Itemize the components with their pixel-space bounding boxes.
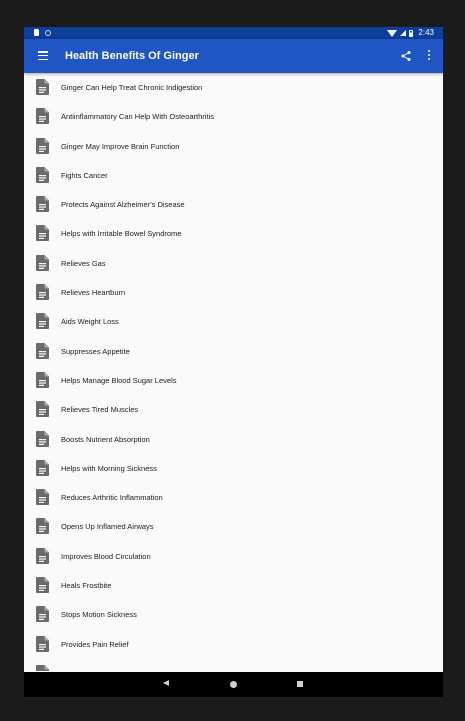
list-item[interactable]: Suppresses Appetite <box>24 337 443 366</box>
list-item[interactable]: Aids Weight Loss <box>24 307 443 336</box>
list-item[interactable]: Helps with Irritable Bowel Syndrome <box>24 219 443 248</box>
list-item[interactable]: Relieves Heartburn <box>24 278 443 307</box>
list-item-label: Relieves Gas <box>61 258 106 268</box>
navigation-bar <box>24 672 443 697</box>
list-item-label: Helps with Morning Sickness <box>61 463 157 473</box>
app-bar: Health Benefits Of Ginger <box>24 39 443 73</box>
document-icon <box>36 225 49 242</box>
document-icon <box>36 371 49 388</box>
document-icon <box>36 166 49 183</box>
status-left <box>34 29 51 36</box>
document-icon <box>36 401 49 418</box>
document-icon <box>36 137 49 154</box>
document-icon <box>36 606 49 623</box>
list-item[interactable]: Helps Manage Blood Sugar Levels <box>24 366 443 395</box>
document-icon <box>36 518 49 535</box>
share-icon[interactable] <box>400 50 412 62</box>
document-icon <box>36 313 49 330</box>
list-item-label: Improves Blood Circulation <box>61 551 151 561</box>
list-item-label: Provides Pain Relief <box>61 639 129 649</box>
list-item[interactable]: Fights Cancer <box>24 161 443 190</box>
list-item[interactable]: Antiinflammatory Can Help With Osteoarth… <box>24 102 443 131</box>
document-icon <box>36 577 49 594</box>
list-item-label: Relieves Heartburn <box>61 288 126 298</box>
list-item[interactable]: Heals Frostbite <box>24 571 443 600</box>
document-icon <box>36 254 49 271</box>
sync-icon <box>45 29 51 36</box>
list-item-label: Suppresses Appetite <box>61 346 130 356</box>
list-item-label: Reduces Arthritic Inflammation <box>61 493 163 503</box>
document-icon <box>36 489 49 506</box>
list-item[interactable]: Relieves Gas <box>24 249 443 278</box>
list-item[interactable]: Relieves Tired Muscles <box>24 395 443 424</box>
device-screen: 2:43 Health Benefits Of Ginger Ginger Ca… <box>24 27 443 697</box>
list-item-label: Helps Manage Blood Sugar Levels <box>61 375 177 385</box>
list-item[interactable]: Ginger May Improve Brain Function <box>24 132 443 161</box>
list-item-label: Boosts Nutrient Absorption <box>61 434 150 444</box>
document-icon <box>36 547 49 564</box>
list-item[interactable]: Improves Blood Circulation <box>24 542 443 571</box>
list-item[interactable]: Reduces Arthritic Inflammation <box>24 483 443 512</box>
list-item-label: Opens Up Inflamed Airways <box>61 522 154 532</box>
document-icon <box>36 342 49 359</box>
list-item-label: Stops Motion Sickness <box>61 610 137 620</box>
list-item-label: Ginger Can Help Treat Chronic Indigestio… <box>61 83 203 92</box>
document-icon <box>36 284 49 301</box>
status-right: 2:43 <box>387 27 434 39</box>
list-item-label: Heals Frostbite <box>61 581 112 591</box>
list-item-label: Relieves Tired Muscles <box>61 405 139 415</box>
home-icon[interactable] <box>230 681 237 688</box>
list-item-label: Aids Weight Loss <box>61 317 119 327</box>
document-icon <box>36 664 49 671</box>
list-item-label: Antiinflammatory Can Help With Osteoarth… <box>61 112 214 122</box>
sd-card-icon <box>34 29 39 36</box>
wifi-icon <box>387 29 398 37</box>
benefits-list: Ginger Can Help Treat Chronic Indigestio… <box>24 73 443 671</box>
document-icon <box>36 108 49 125</box>
back-icon[interactable] <box>163 680 169 686</box>
recents-icon[interactable] <box>297 681 303 687</box>
document-icon <box>36 459 49 476</box>
list-item-label: Fights Cancer <box>61 170 108 180</box>
menu-icon[interactable] <box>38 51 48 61</box>
more-vert-icon[interactable] <box>426 50 432 62</box>
document-icon <box>36 430 49 447</box>
list-item-label: Ginger May Improve Brain Function <box>61 141 180 151</box>
list-item-label: Protects Against Alzheimer's Disease <box>61 200 185 210</box>
document-icon <box>36 635 49 652</box>
list-item[interactable]: Provides Pain Relief <box>24 630 443 659</box>
list-item[interactable]: Stops Motion Sickness <box>24 600 443 629</box>
list-item[interactable]: Ginger Can Help Treat Chronic Indigestio… <box>24 73 443 102</box>
status-time: 2:43 <box>418 28 434 37</box>
list-item[interactable]: Protects Against Alzheimer's Disease <box>24 190 443 219</box>
list-item[interactable]: Boosts Nutrient Absorption <box>24 425 443 454</box>
list-item[interactable]: Opens Up Inflamed Airways <box>24 512 443 541</box>
signal-icon <box>400 30 407 36</box>
list-item[interactable]: Helps with Morning Sickness <box>24 454 443 483</box>
app-title: Health Benefits Of Ginger <box>65 50 199 62</box>
list-item-partial[interactable] <box>24 659 443 671</box>
list-item-label: Helps with Irritable Bowel Syndrome <box>61 229 182 239</box>
document-icon <box>36 79 49 95</box>
battery-icon <box>409 29 414 37</box>
status-bar: 2:43 <box>24 27 443 39</box>
document-icon <box>36 196 49 213</box>
